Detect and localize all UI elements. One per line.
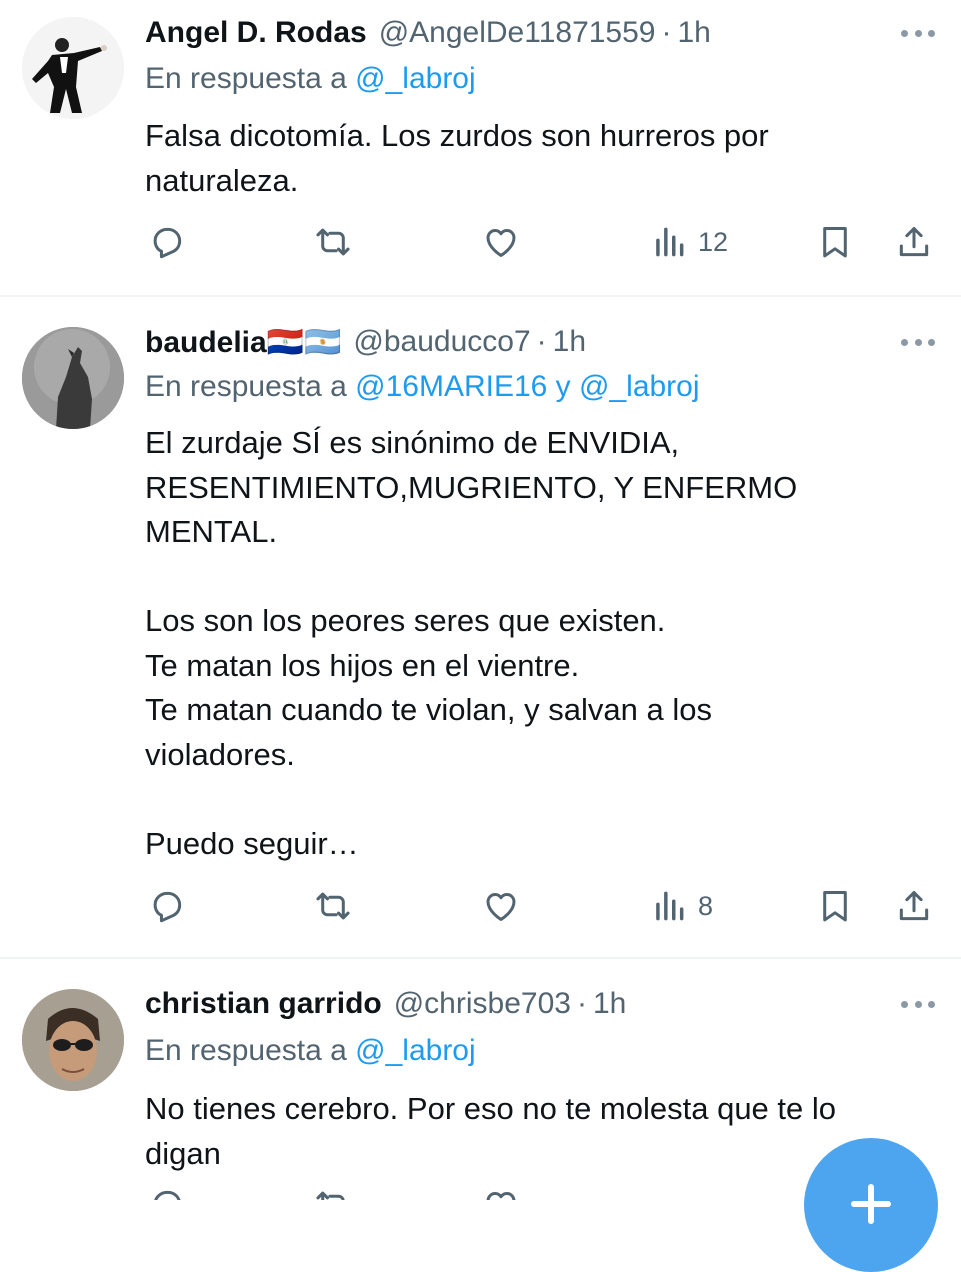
more-dots-icon[interactable] <box>901 999 935 1009</box>
tweet-text: No tienes cerebro. Por eso no te molesta… <box>145 1091 837 1171</box>
reply-mention-link[interactable]: @16MARIE16 y @_labroj <box>355 370 699 403</box>
share-button[interactable] <box>895 882 933 930</box>
views-count: 12 <box>698 226 729 257</box>
share-icon <box>895 223 933 261</box>
reply-prefix: En respuesta a <box>145 370 356 403</box>
author-handle[interactable]: @AngelDe11871559 <box>379 16 656 50</box>
timestamp[interactable]: 1h <box>678 16 711 50</box>
bookmark-button[interactable] <box>816 218 854 266</box>
views-button[interactable]: 8 <box>650 882 713 930</box>
tweet-text: Falsa dicotomía. Los zurdos son hurreros… <box>145 118 769 198</box>
howling-wolf-avatar <box>22 327 124 429</box>
heart-icon <box>482 223 520 261</box>
man-in-tuxedo-avatar <box>22 17 124 119</box>
author-handle[interactable]: @chrisbe703 <box>394 987 571 1021</box>
like-button[interactable] <box>482 218 520 266</box>
reply-context: En respuesta a @_labroj <box>145 1034 476 1068</box>
retweet-button[interactable] <box>314 882 352 930</box>
bookmark-icon <box>816 887 854 925</box>
tweet-header: baudelia🇵🇾🇦🇷 @bauducco7 · 1h <box>145 322 586 362</box>
retweet-button[interactable] <box>314 218 352 266</box>
bookmark-icon <box>816 223 854 261</box>
avatar[interactable] <box>22 327 124 429</box>
avatar[interactable] <box>22 17 124 119</box>
reply-context: En respuesta a @_labroj <box>145 62 476 96</box>
reply-button[interactable] <box>148 882 186 930</box>
heart-icon[interactable] <box>482 1186 520 1200</box>
author-name[interactable]: christian garrido <box>145 987 382 1021</box>
views-chart-icon <box>650 223 688 261</box>
more-dots-icon[interactable] <box>901 28 935 38</box>
tweet[interactable]: baudelia🇵🇾🇦🇷 @bauducco7 · 1h En respuest… <box>0 297 961 957</box>
share-button[interactable] <box>895 218 933 266</box>
compose-button[interactable] <box>804 1138 938 1272</box>
retweet-icon[interactable] <box>314 1186 352 1200</box>
reply-context: En respuesta a @16MARIE16 y @_labroj <box>145 370 700 404</box>
tweet-header: Angel D. Rodas @AngelDe11871559 · 1h <box>145 13 711 53</box>
tweet[interactable]: Angel D. Rodas @AngelDe11871559 · 1h En … <box>0 0 961 296</box>
retweet-icon <box>314 887 352 925</box>
reply-prefix: En respuesta a <box>145 1034 356 1067</box>
retweet-icon <box>314 223 352 261</box>
more-dots-icon[interactable] <box>901 337 935 347</box>
reply-button[interactable] <box>148 218 186 266</box>
avatar[interactable] <box>22 989 124 1091</box>
reply-icon[interactable] <box>148 1186 186 1200</box>
separator-dot: · <box>661 16 672 49</box>
reply-icon <box>148 887 186 925</box>
share-icon <box>895 887 933 925</box>
author-handle[interactable]: @bauducco7 <box>353 325 530 359</box>
separator-dot: · <box>536 325 547 358</box>
tweet-header: christian garrido @chrisbe703 · 1h <box>145 984 626 1024</box>
views-count: 8 <box>698 890 714 921</box>
like-button[interactable] <box>482 882 520 930</box>
reply-prefix: En respuesta a <box>145 62 356 95</box>
reply-mention-link[interactable]: @_labroj <box>355 1034 476 1067</box>
reply-icon <box>148 223 186 261</box>
man-with-sunglasses-avatar <box>22 989 124 1091</box>
timestamp[interactable]: 1h <box>553 325 586 359</box>
bookmark-button[interactable] <box>816 882 854 930</box>
reply-mention-link[interactable]: @_labroj <box>355 62 476 95</box>
views-chart-icon <box>650 887 688 925</box>
views-button[interactable]: 12 <box>650 218 728 266</box>
separator-dot: · <box>576 987 587 1020</box>
author-name[interactable]: baudelia🇵🇾🇦🇷 <box>145 325 341 360</box>
tweet-text: El zurdaje SÍ es sinónimo de ENVIDIA, RE… <box>145 425 798 861</box>
tweet-actions: 8 <box>0 882 961 930</box>
heart-icon <box>482 887 520 925</box>
timestamp[interactable]: 1h <box>593 987 626 1021</box>
author-name[interactable]: Angel D. Rodas <box>145 16 367 50</box>
tweet-actions: 12 <box>0 218 961 266</box>
